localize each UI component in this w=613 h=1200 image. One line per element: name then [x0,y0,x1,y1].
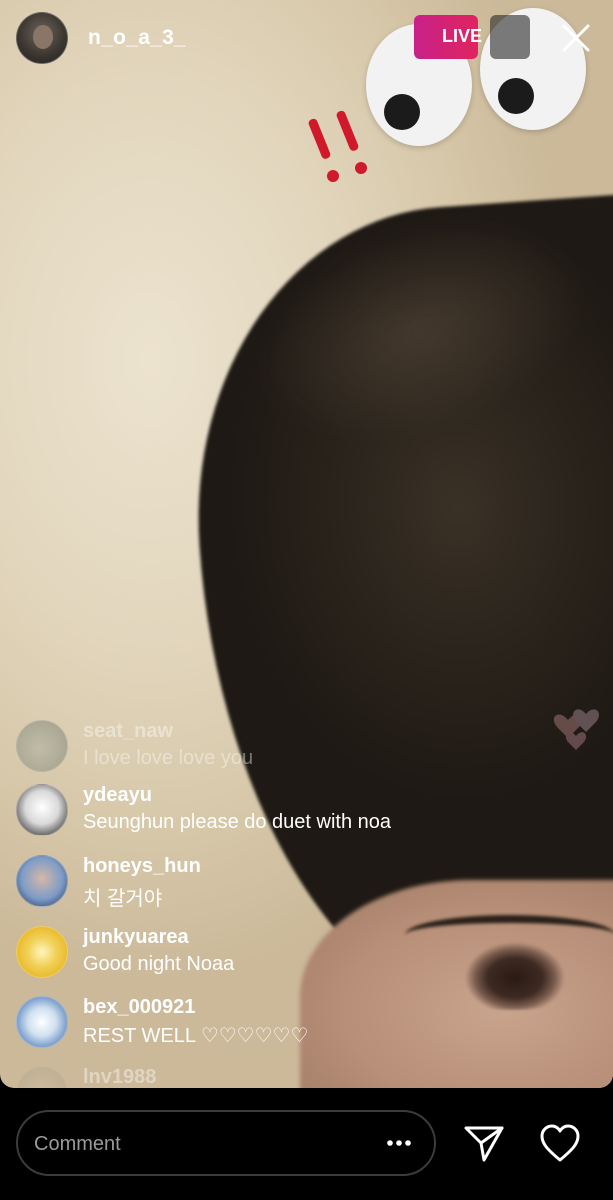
viewer-count-badge[interactable] [490,15,530,59]
heart-outline-icon[interactable] [538,1122,582,1166]
commenter-avatar[interactable] [16,855,68,907]
paper-plane-icon[interactable] [462,1122,506,1166]
sticker-pupil-left [384,94,420,130]
comment-text: Seunghun please do duet with noa [83,811,392,833]
commenter-username[interactable]: ydeayu [83,784,152,807]
comment-item: bex_000921 REST WELL ♡♡♡♡♡♡ [16,994,516,1054]
exclamation-sticker-icon [308,110,367,182]
host-avatar[interactable] [16,12,68,64]
live-stream-screen: n_o_a_3_ LIVE seat_naw I love love love … [0,0,613,1200]
comment-text: 치 갈거야 [83,888,163,910]
host-avatar-face [33,25,53,49]
commenter-username[interactable]: honeys_hun [83,855,201,878]
comment-item: lnv1988 [16,1064,516,1088]
commenter-username[interactable]: seat_naw [83,720,173,743]
live-badge: LIVE [414,15,482,59]
comment-input[interactable]: Comment [16,1110,436,1176]
comment-text: I love love love you [83,747,254,769]
commenter-username[interactable]: bex_000921 [83,996,195,1019]
commenter-username[interactable]: lnv1988 [83,1066,156,1088]
comment-item: junkyuarea Good night Noaa [16,924,516,984]
commenter-avatar[interactable] [16,926,68,978]
host-username[interactable]: n_o_a_3_ [88,26,186,50]
bottom-bar: Comment [0,1088,613,1200]
comment-feed[interactable]: seat_naw I love love love you ydeayu Seu… [0,718,613,1088]
commenter-avatar[interactable] [16,720,68,772]
comment-item: ydeayu Seunghun please do duet with noa [16,782,516,842]
commenter-avatar[interactable] [16,784,68,836]
commenter-username[interactable]: junkyuarea [83,926,189,949]
comment-placeholder: Comment [34,1133,121,1155]
commenter-avatar[interactable] [16,1066,68,1088]
comment-item: seat_naw I love love love you [16,718,516,778]
comment-text: REST WELL ♡♡♡♡♡♡ [83,1025,309,1047]
more-horizontal-icon[interactable] [384,1128,414,1158]
comment-text: Good night Noaa [83,953,235,975]
close-icon[interactable] [556,18,596,58]
sticker-pupil-right [498,78,534,114]
comment-item: honeys_hun 치 갈거야 [16,853,516,913]
live-header: n_o_a_3_ LIVE [0,0,613,80]
commenter-avatar[interactable] [16,996,68,1048]
